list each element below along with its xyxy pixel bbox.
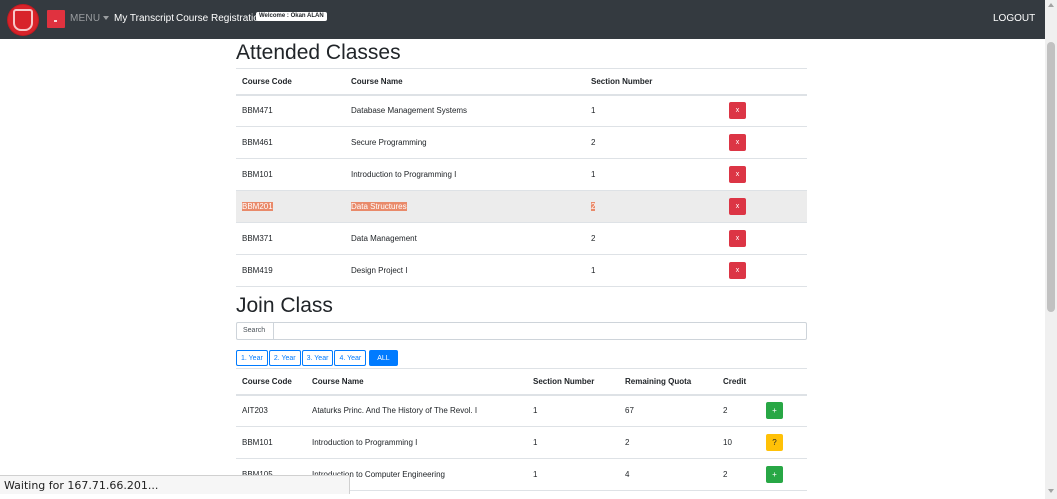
col-course-name: Course Name	[312, 376, 364, 386]
course-code: AIT203	[242, 406, 268, 416]
join-class-heading: Join Class	[236, 294, 333, 317]
remaining-quota: 67	[625, 406, 634, 416]
drop-class-button[interactable]: x	[729, 198, 746, 215]
section-number: 1	[533, 438, 538, 447]
section-number: 2	[591, 234, 596, 243]
section-number: 1	[533, 470, 538, 479]
course-name: Data Management	[351, 234, 417, 243]
course-name: Database Management Systems	[351, 106, 468, 116]
remaining-quota: 2	[625, 438, 630, 447]
course-code: BBM461	[242, 138, 273, 147]
menu-label: MENU	[70, 13, 101, 24]
course-name: Secure Programming	[351, 138, 427, 147]
table-row: AIT203 Ataturks Princ. And The History o…	[236, 395, 807, 427]
section-number: 1	[591, 106, 596, 116]
menu-dropdown[interactable]: MENU	[70, 13, 110, 24]
col-action	[766, 369, 807, 395]
course-code: BBM371	[242, 234, 273, 243]
menu-toggle-mark	[54, 20, 57, 22]
col-action	[729, 69, 807, 95]
table-row: BBM461 Secure Programming 2 x	[236, 127, 807, 159]
course-code: BBM471	[242, 106, 273, 116]
course-code: BBM201	[242, 202, 273, 211]
course-code: BBM419	[242, 266, 273, 275]
section-number: 2	[591, 202, 596, 211]
join-class-button[interactable]: +	[766, 466, 783, 483]
scroll-thumb[interactable]	[1047, 42, 1055, 312]
scroll-down-arrow-icon[interactable]	[1048, 489, 1054, 493]
col-remaining-quota: Remaining Quota	[625, 376, 692, 386]
course-name: Introduction to Programming I	[312, 438, 418, 447]
col-section-number: Section Number	[591, 76, 653, 86]
course-name: Data Structures	[351, 202, 407, 211]
table-row: BBM419 Design Project I 1 x	[236, 255, 807, 287]
remaining-quota: 4	[625, 470, 630, 479]
logo-emblem	[13, 9, 33, 31]
tab-year-3[interactable]: 3. Year	[301, 350, 334, 366]
course-name: Ataturks Princ. And The History of The R…	[312, 406, 478, 416]
section-number: 1	[533, 406, 538, 416]
section-number: 2	[591, 138, 596, 147]
attended-classes-heading: Attended Classes	[236, 41, 401, 64]
credit: 10	[723, 438, 732, 447]
tab-year-4[interactable]: 4. Year	[334, 350, 367, 366]
course-name: Design Project I	[351, 266, 408, 275]
col-course-name: Course Name	[351, 76, 403, 86]
search-box: Search	[236, 322, 809, 341]
drop-class-button[interactable]: x	[729, 102, 746, 120]
tab-year-1[interactable]: 1. Year	[236, 350, 268, 366]
year-filter-tabs: 1. Year 2. Year 3. Year 4. Year ALL	[236, 350, 399, 366]
course-code: BBM101	[242, 438, 273, 447]
course-registration-link[interactable]: Course Registration	[176, 13, 264, 24]
caret-down-icon	[103, 16, 110, 21]
table-header: Course Code Course Name Section Number R…	[236, 368, 807, 395]
col-credit: Credit	[723, 376, 747, 386]
logout-link[interactable]: LOGOUT	[993, 13, 1035, 24]
col-course-code: Course Code	[242, 376, 292, 386]
my-transcript-link[interactable]: My Transcript	[114, 13, 174, 24]
top-navbar: MENU My Transcript Course Registration W…	[0, 0, 1045, 39]
table-row: BBM471 Database Management Systems 1 x	[236, 95, 807, 127]
scroll-up-arrow-icon[interactable]	[1048, 3, 1054, 7]
col-section-number: Section Number	[533, 376, 595, 386]
table-row: BBM101 Introduction to Programming I 1 2…	[236, 427, 807, 459]
section-number: 1	[591, 170, 596, 179]
join-class-button[interactable]: +	[766, 402, 783, 420]
col-course-code: Course Code	[242, 76, 292, 86]
drop-class-button[interactable]: x	[729, 166, 746, 183]
search-input[interactable]	[275, 323, 809, 341]
table-row: BBM201 Data Structures 2 x	[236, 190, 807, 223]
table-header: Course Code Course Name Section Number	[236, 68, 807, 95]
join-class-table: Course Code Course Name Section Number R…	[236, 368, 807, 491]
search-label: Search	[237, 323, 274, 339]
table-row: BBM371 Data Management 2 x	[236, 223, 807, 255]
credit: 2	[723, 470, 728, 479]
table-row: BBM101 Introduction to Programming I 1 x	[236, 159, 807, 191]
drop-class-button[interactable]: x	[729, 230, 746, 247]
welcome-badge: Welcome : Okan ALAN	[256, 12, 327, 21]
course-name: Introduction to Programming I	[351, 170, 457, 179]
credit: 2	[723, 406, 728, 416]
section-number: 1	[591, 266, 596, 275]
university-logo[interactable]	[8, 5, 38, 35]
menu-toggle-button[interactable]	[47, 10, 65, 28]
prerequisite-check-button[interactable]: ?	[766, 434, 783, 451]
drop-class-button[interactable]: x	[729, 134, 746, 151]
attended-classes-table: Course Code Course Name Section Number B…	[236, 68, 807, 287]
browser-status-bar: Waiting for 167.71.66.201...	[0, 475, 350, 494]
page-scrollbar[interactable]	[1045, 0, 1057, 499]
course-code: BBM101	[242, 170, 273, 179]
drop-class-button[interactable]: x	[729, 262, 746, 279]
tab-year-2[interactable]: 2. Year	[268, 350, 301, 366]
tab-all[interactable]: ALL	[369, 350, 398, 366]
